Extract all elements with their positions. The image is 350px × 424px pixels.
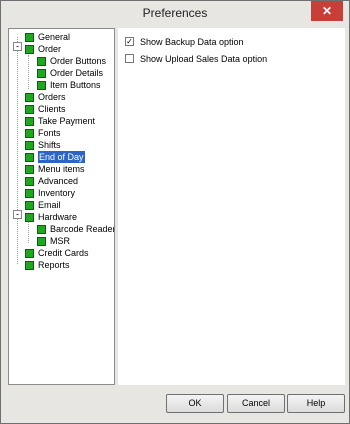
green-node-icon: [37, 69, 46, 78]
collapse-order-icon[interactable]: -: [13, 42, 22, 51]
title-bar: Preferences ✕: [1, 1, 349, 27]
green-node-icon: [25, 177, 34, 186]
green-node-icon: [37, 225, 46, 234]
green-node-icon: [25, 93, 34, 102]
help-button[interactable]: Help: [287, 394, 345, 413]
tree-line: [28, 55, 29, 89]
green-node-icon: [25, 261, 34, 270]
green-node-icon: [25, 141, 34, 150]
green-node-icon: [25, 249, 34, 258]
collapse-hardware-icon[interactable]: -: [13, 210, 22, 219]
green-node-icon: [25, 213, 34, 222]
close-button[interactable]: ✕: [311, 1, 343, 21]
preferences-window: Preferences ✕ - - General Order Order Bu…: [0, 0, 350, 424]
green-node-icon: [37, 81, 46, 90]
window-title: Preferences: [142, 6, 208, 20]
preferences-tree[interactable]: - - General Order Order Buttons Order De…: [8, 28, 115, 385]
tree-line: [28, 222, 29, 243]
green-node-icon: [25, 105, 34, 114]
settings-panel: ✓ Show Backup Data option Show Upload Sa…: [118, 28, 345, 385]
button-bar: OK Cancel Help: [1, 387, 349, 423]
green-node-icon: [25, 117, 34, 126]
checkbox-unchecked[interactable]: [125, 54, 134, 63]
checkbox-checked[interactable]: ✓: [125, 37, 134, 46]
green-node-icon: [25, 33, 34, 42]
close-icon: ✕: [321, 4, 333, 18]
cancel-button[interactable]: Cancel: [227, 394, 285, 413]
green-node-icon: [37, 57, 46, 66]
green-node-icon: [25, 165, 34, 174]
green-node-icon: [25, 153, 34, 162]
green-node-icon: [25, 129, 34, 138]
green-node-icon: [25, 189, 34, 198]
ok-button[interactable]: OK: [166, 394, 224, 413]
green-node-icon: [25, 45, 34, 54]
green-node-icon: [37, 237, 46, 246]
green-node-icon: [25, 201, 34, 210]
tree-line: [17, 37, 18, 264]
